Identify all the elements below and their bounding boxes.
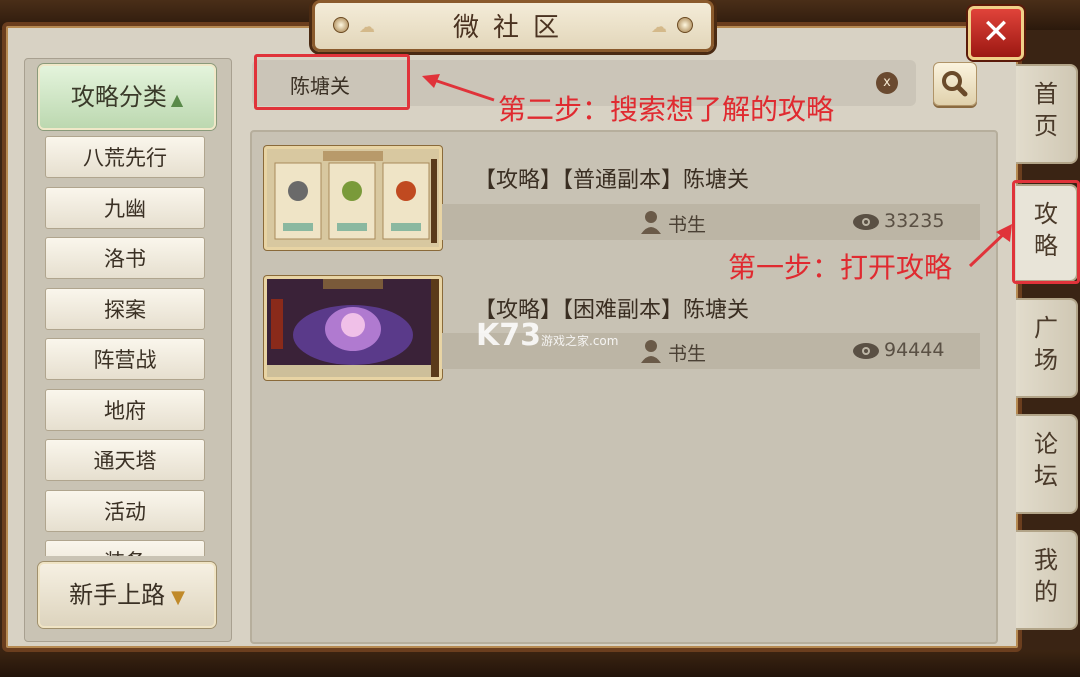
tab-square[interactable]: 广 场 [1016,298,1078,398]
game-background-bottom [0,650,1080,677]
category-item[interactable]: 洛书 [45,237,205,279]
guides-tab-highlight-box [1012,180,1080,284]
user-icon [641,340,661,363]
watermark-main: K73 [476,318,541,353]
category-item[interactable]: 地府 [45,389,205,431]
category-item[interactable]: 八荒先行 [45,136,205,178]
search-icon [942,71,968,97]
eye-icon [853,343,879,359]
close-button[interactable]: ✕ [968,6,1024,60]
category-list[interactable]: 八荒先行 九幽 洛书 探案 阵营战 地府 通天塔 活动 装备 [38,132,212,556]
tab-home-label: 首 页 [1034,80,1058,140]
search-button[interactable] [933,62,977,106]
user-icon [641,211,661,234]
tab-home[interactable]: 首 页 [1016,64,1078,164]
newbie-guide-label: 新手上路 [69,581,166,609]
result-author: 书生 [668,214,707,236]
title-plaque: ☁ 微社区 ☁ [312,0,714,52]
tab-forum[interactable]: 论 坛 [1016,414,1078,514]
result-views: 33235 [884,210,945,232]
annotation-step1: 第一步：打开攻略 [728,251,953,284]
category-header-button[interactable]: 攻略分类 ▲ [38,64,216,130]
tab-square-label: 广 场 [1034,314,1058,374]
result-author: 书生 [668,343,707,365]
clear-search-button[interactable]: x [876,72,898,94]
result-thumbnail[interactable] [264,276,442,380]
search-highlight-box [254,54,410,110]
annotation-arrow-tab [968,224,1012,268]
result-views: 94444 [884,339,945,361]
site-watermark: K73游戏之家.com [476,318,618,353]
plaque-rivet-right [677,17,693,33]
chevron-up-icon: ▲ [170,90,184,109]
category-header-label: 攻略分类 [70,83,167,111]
tab-forum-label: 论 坛 [1034,430,1058,490]
result-title[interactable]: 【攻略】【普通副本】陈塘关 [474,162,749,194]
guide-screenshot-image [267,279,439,377]
category-item[interactable]: 九幽 [45,187,205,229]
result-meta: 书生 33235 [442,204,980,240]
close-icon: ✕ [981,12,1011,52]
category-item[interactable]: 活动 [45,490,205,532]
cloud-ornament-right: ☁ [651,17,667,36]
watermark-sub: 游戏之家 [541,334,590,348]
category-item[interactable]: 探案 [45,288,205,330]
annotation-step2: 第二步：搜索想了解的攻略 [498,93,835,126]
eye-icon [853,214,879,230]
newbie-guide-button[interactable]: 新手上路 ▼ [38,562,216,628]
result-thumbnail[interactable] [264,146,442,250]
category-item[interactable]: 装备 [45,540,205,556]
watermark-domain: .com [589,334,619,348]
guide-screenshot-image [267,149,439,247]
annotation-arrow-search [422,74,495,102]
tab-mine-label: 我 的 [1034,546,1058,606]
chevron-down-icon: ▼ [171,587,185,608]
tab-mine[interactable]: 我 的 [1016,530,1078,630]
category-item[interactable]: 通天塔 [45,439,205,481]
category-item[interactable]: 阵营战 [45,338,205,380]
